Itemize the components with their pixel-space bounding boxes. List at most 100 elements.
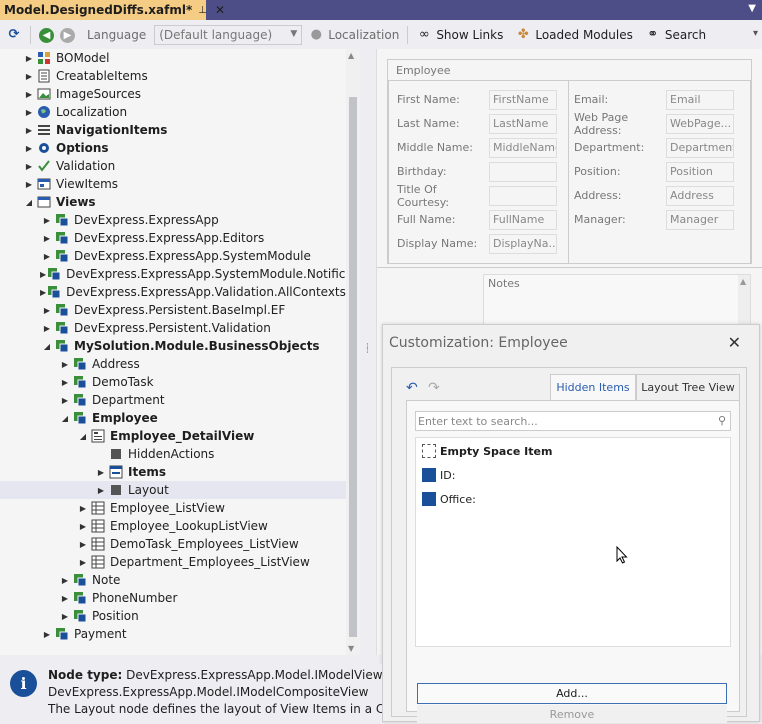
expand-icon[interactable]: ▶ bbox=[40, 252, 54, 261]
localization-button[interactable]: ● Localization bbox=[302, 27, 405, 43]
expand-icon[interactable]: ▶ bbox=[40, 306, 54, 315]
expand-icon[interactable]: ▶ bbox=[58, 360, 72, 369]
model-tree[interactable]: ▶ BOModel ▶ CreatableItems ▶ ImageSources ▶ Loc… bbox=[0, 49, 346, 655]
scrollbar-thumb[interactable] bbox=[349, 97, 357, 637]
document-tab[interactable]: Model.DesignedDiffs.xafml* ⊥ ✕ bbox=[0, 0, 225, 20]
expand-icon[interactable]: ▶ bbox=[76, 522, 90, 531]
tree-node[interactable]: ◢ Employee_DetailView bbox=[0, 427, 346, 445]
add-button[interactable]: Add... bbox=[417, 683, 727, 704]
tree-node[interactable]: ◢ Employee bbox=[0, 409, 346, 427]
expanded-icon[interactable]: ◢ bbox=[22, 198, 36, 207]
tree-node[interactable]: ▶ DevExpress.ExpressApp.SystemModule.Noti… bbox=[0, 265, 346, 283]
expand-icon[interactable]: ▶ bbox=[22, 162, 36, 171]
close-tab-icon[interactable]: ✕ bbox=[215, 3, 225, 17]
layout-field[interactable]: Address: Address bbox=[566, 185, 734, 206]
tree-node[interactable]: ▶ Note bbox=[0, 571, 346, 589]
expanded-icon[interactable]: ◢ bbox=[76, 432, 90, 441]
tree-node[interactable]: ▶ Address bbox=[0, 355, 346, 373]
expand-icon[interactable]: ▶ bbox=[40, 324, 54, 333]
remove-button[interactable]: Remove bbox=[417, 705, 727, 723]
field-editor[interactable] bbox=[489, 185, 557, 206]
expand-icon[interactable]: ▶ bbox=[58, 612, 72, 621]
tree-node[interactable]: ▶ Validation bbox=[0, 157, 346, 175]
tree-node[interactable]: ▶ Options bbox=[0, 139, 346, 157]
tree-node[interactable]: ◢ MySolution.Module.BusinessObjects bbox=[0, 337, 346, 355]
tree-node[interactable]: ▶ DemoTask bbox=[0, 373, 346, 391]
field-editor[interactable]: LastName bbox=[489, 113, 557, 134]
field-editor[interactable]: FirstName bbox=[489, 89, 557, 110]
expand-icon[interactable]: ▶ bbox=[22, 90, 36, 99]
tree-node[interactable]: ▶ CreatableItems bbox=[0, 67, 346, 85]
field-editor[interactable]: Manager bbox=[666, 209, 734, 230]
list-item-empty-space[interactable]: Empty Space Item bbox=[422, 442, 552, 460]
language-combo[interactable]: (Default language) ▼ bbox=[154, 25, 303, 45]
field-editor[interactable] bbox=[489, 161, 557, 182]
layout-field[interactable]: First Name: FirstName bbox=[389, 89, 557, 110]
tree-node[interactable]: ▶ DevExpress.Persistent.BaseImpl.EF bbox=[0, 301, 346, 319]
expand-icon[interactable]: ▶ bbox=[22, 144, 36, 153]
field-editor[interactable]: Email bbox=[666, 89, 734, 110]
toolbar-overflow-icon[interactable]: ▾ bbox=[753, 28, 758, 39]
tree-node[interactable]: ▶ Position bbox=[0, 607, 346, 625]
expand-icon[interactable]: ▶ bbox=[76, 504, 90, 513]
tab-hidden-items[interactable]: Hidden Items bbox=[550, 374, 636, 400]
undo-icon[interactable]: ↶ bbox=[406, 380, 418, 396]
field-editor[interactable]: DisplayNa... bbox=[489, 233, 557, 254]
search-input[interactable]: Enter text to search... ⚲ bbox=[415, 411, 731, 431]
redo-icon[interactable]: ↷ bbox=[428, 380, 440, 396]
tree-scrollbar[interactable]: ▲ ▼ bbox=[346, 49, 360, 655]
layout-field[interactable]: Position: Position bbox=[566, 161, 734, 182]
layout-field[interactable]: Manager: Manager bbox=[566, 209, 734, 230]
expand-icon[interactable]: ▶ bbox=[94, 468, 108, 477]
forward-button[interactable]: ▶ bbox=[60, 27, 81, 43]
expand-icon[interactable]: ▶ bbox=[58, 576, 72, 585]
tree-node[interactable]: ▶ DevExpress.ExpressApp.SystemModule bbox=[0, 247, 346, 265]
expanded-icon[interactable]: ◢ bbox=[40, 342, 54, 351]
scroll-down-icon[interactable]: ▼ bbox=[348, 644, 354, 653]
list-item-office[interactable]: Office: bbox=[422, 490, 476, 508]
layout-field[interactable]: Email: Email bbox=[566, 89, 734, 110]
field-editor[interactable]: MiddleName bbox=[489, 137, 557, 158]
expand-icon[interactable]: ▶ bbox=[58, 378, 72, 387]
close-icon[interactable]: ✕ bbox=[728, 333, 741, 352]
expanded-icon[interactable]: ◢ bbox=[58, 414, 72, 423]
search-button[interactable]: ⚭ Search bbox=[639, 27, 712, 43]
expand-icon[interactable]: ▶ bbox=[22, 180, 36, 189]
tree-node[interactable]: ▶ BOModel bbox=[0, 49, 346, 67]
tree-node[interactable]: ▶ Department bbox=[0, 391, 346, 409]
tree-node[interactable]: ▶ Items bbox=[0, 463, 346, 481]
tree-node[interactable]: ▶ PhoneNumber bbox=[0, 589, 346, 607]
expand-icon[interactable]: ▶ bbox=[58, 594, 72, 603]
expand-icon[interactable]: ▶ bbox=[94, 486, 108, 495]
scroll-up-icon[interactable]: ▲ bbox=[348, 51, 354, 60]
expand-icon[interactable]: ▶ bbox=[40, 216, 54, 225]
tree-node[interactable]: ▶ DevExpress.ExpressApp.Editors bbox=[0, 229, 346, 247]
layout-field[interactable]: Department: Department bbox=[566, 137, 734, 158]
tree-node[interactable]: ▶ NavigationItems bbox=[0, 121, 346, 139]
field-editor[interactable]: WebPage... bbox=[666, 113, 734, 134]
tree-node[interactable]: ▶ Layout bbox=[0, 481, 346, 499]
expand-icon[interactable]: ▶ bbox=[22, 54, 36, 63]
layout-field[interactable]: Title Of Courtesy: bbox=[389, 183, 557, 209]
layout-field[interactable]: Last Name: LastName bbox=[389, 113, 557, 134]
tree-node[interactable]: ▶ DevExpress.Persistent.Validation bbox=[0, 319, 346, 337]
expand-icon[interactable]: ▶ bbox=[22, 126, 36, 135]
tree-node[interactable]: ▶ DemoTask_Employees_ListView bbox=[0, 535, 346, 553]
tab-dropdown-icon[interactable]: ▼ bbox=[748, 3, 756, 14]
tree-node[interactable]: ▶ Employee_ListView bbox=[0, 499, 346, 517]
tree-node[interactable]: ◢ Views bbox=[0, 193, 346, 211]
tree-node[interactable]: ▶ ViewItems bbox=[0, 175, 346, 193]
layout-field[interactable]: Web Page Address: WebPage... bbox=[566, 111, 734, 137]
field-editor[interactable]: Department bbox=[666, 137, 734, 158]
layout-field[interactable]: Birthday: bbox=[389, 161, 557, 182]
tree-node[interactable]: ▶ Payment bbox=[0, 625, 346, 643]
expand-icon[interactable]: ▶ bbox=[76, 540, 90, 549]
field-editor[interactable]: FullName bbox=[489, 209, 557, 230]
expand-icon[interactable]: ▶ bbox=[22, 108, 36, 117]
tree-node[interactable]: ▶ Localization bbox=[0, 103, 346, 121]
expand-icon[interactable]: ▶ bbox=[58, 396, 72, 405]
field-editor[interactable]: Address bbox=[666, 185, 734, 206]
tree-node[interactable]: HiddenActions bbox=[0, 445, 346, 463]
expand-icon[interactable]: ▶ bbox=[40, 234, 54, 243]
tree-node[interactable]: ▶ DevExpress.ExpressApp bbox=[0, 211, 346, 229]
